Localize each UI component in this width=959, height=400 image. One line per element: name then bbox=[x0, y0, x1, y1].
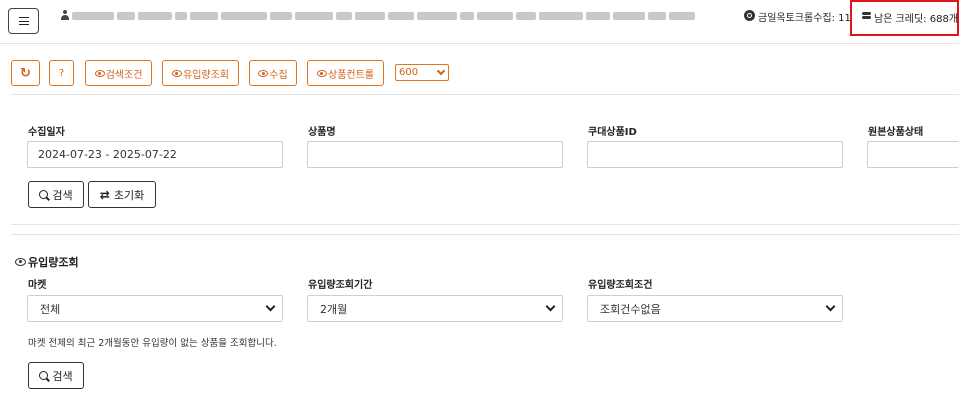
period-value: 2개월 bbox=[320, 302, 348, 316]
redacted-user-info bbox=[72, 12, 695, 20]
collect-date-label: 수집일자 bbox=[28, 127, 65, 138]
market-select[interactable]: 전체 bbox=[27, 295, 283, 322]
eye-icon bbox=[317, 69, 327, 77]
chrome-icon bbox=[744, 10, 755, 21]
period-select[interactable]: 2개월 bbox=[307, 295, 563, 322]
original-status-select[interactable] bbox=[867, 141, 959, 168]
remaining-credit: 남은 크레딧: 688개 bbox=[874, 14, 959, 25]
inflow-section-title: 유입량조회 bbox=[15, 254, 79, 270]
search-icon bbox=[39, 190, 49, 199]
eye-icon bbox=[15, 258, 26, 266]
search-icon bbox=[39, 371, 49, 380]
search-condition-label: 검색조건 bbox=[105, 69, 143, 81]
collect-label: 수집 bbox=[269, 69, 288, 81]
product-name-label: 상품명 bbox=[308, 127, 336, 138]
condition-select[interactable]: 조회건수없음 bbox=[587, 295, 843, 322]
divider bbox=[11, 224, 959, 225]
refresh-button[interactable]: ↻ bbox=[11, 60, 40, 86]
original-status-label: 원본상품상태 bbox=[868, 127, 924, 138]
chevron-down-icon bbox=[436, 66, 446, 76]
user-icon bbox=[61, 10, 69, 21]
refresh-icon: ⇄ bbox=[99, 187, 110, 202]
chevron-down-icon bbox=[545, 301, 556, 312]
page-size-value: 600 bbox=[399, 67, 419, 78]
eye-icon bbox=[172, 69, 182, 77]
condition-label: 유입량조회조건 bbox=[588, 280, 653, 291]
hamburger-icon bbox=[18, 17, 29, 25]
search-button-label: 검색 bbox=[52, 188, 73, 202]
reset-button-label: 초기화 bbox=[113, 188, 145, 202]
search-condition-button[interactable]: 검색조건 bbox=[85, 60, 152, 86]
reset-button[interactable]: ⇄ 초기화 bbox=[88, 181, 156, 208]
product-control-label: 상품컨트롤 bbox=[328, 69, 374, 81]
help-label: ? bbox=[58, 67, 65, 79]
chevron-down-icon bbox=[265, 301, 276, 312]
inflow-button[interactable]: 유입량조회 bbox=[162, 60, 239, 86]
product-control-button[interactable]: 상품컨트롤 bbox=[307, 60, 384, 86]
refresh-icon: ↻ bbox=[20, 65, 31, 81]
collect-button[interactable]: 수집 bbox=[249, 60, 297, 86]
market-value: 전체 bbox=[40, 302, 61, 316]
chrome-collect-count: 금일옥토크롬수집: 11건 bbox=[758, 13, 850, 24]
market-label: 마켓 bbox=[28, 280, 47, 291]
divider bbox=[11, 94, 959, 95]
inflow-label: 유입량조회 bbox=[183, 69, 229, 81]
inflow-help-text: 마켓 전체의 최근 2개월동안 유입량이 없는 상품을 조회합니다. bbox=[28, 338, 277, 349]
page-size-select[interactable]: 600 bbox=[395, 64, 449, 81]
eye-icon bbox=[258, 69, 269, 77]
search-button[interactable]: 검색 bbox=[28, 181, 84, 208]
top-bar: 금일옥토크롬수집: 11건 남은 크레딧: 688개 bbox=[0, 0, 959, 44]
condition-value: 조회건수없음 bbox=[600, 302, 661, 316]
inflow-search-button[interactable]: 검색 bbox=[28, 362, 84, 389]
collect-date-input[interactable]: 2024-07-23 - 2025-07-22 bbox=[27, 141, 283, 168]
inflow-search-label: 검색 bbox=[52, 369, 73, 383]
coupang-id-input[interactable] bbox=[587, 141, 843, 168]
chevron-down-icon bbox=[825, 301, 836, 312]
period-label: 유입량조회기간 bbox=[308, 280, 373, 291]
coins-icon bbox=[862, 12, 871, 21]
divider bbox=[11, 234, 959, 235]
collect-date-value: 2024-07-23 - 2025-07-22 bbox=[38, 148, 177, 161]
credit-badge: 남은 크레딧: 688개 bbox=[850, 0, 959, 36]
eye-icon bbox=[94, 69, 105, 77]
help-button[interactable]: ? bbox=[49, 60, 74, 86]
coupang-id-label: 쿠대상품ID bbox=[588, 127, 637, 138]
menu-button[interactable] bbox=[8, 8, 39, 34]
product-name-input[interactable] bbox=[307, 141, 563, 168]
